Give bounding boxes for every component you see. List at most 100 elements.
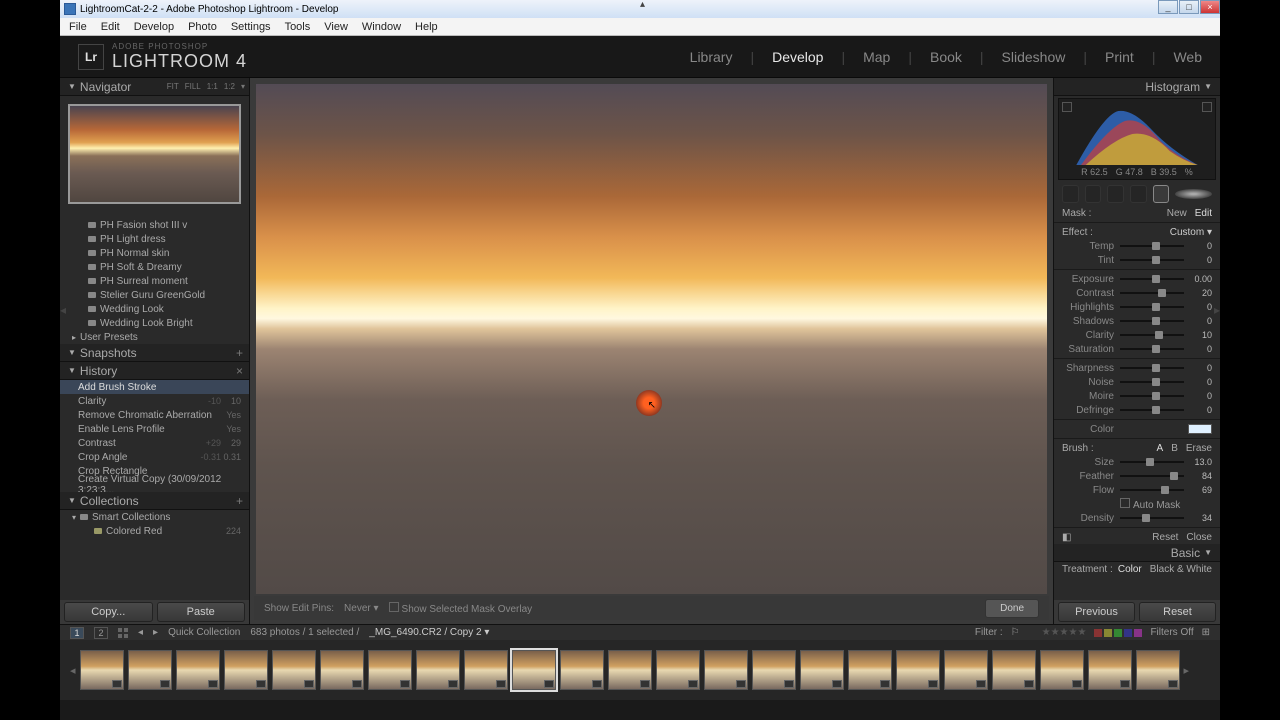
mask-new[interactable]: New xyxy=(1167,208,1187,219)
slider-knob[interactable] xyxy=(1152,275,1160,283)
nav-zoom-dropdown[interactable]: ▾ xyxy=(241,82,245,91)
brush-reset[interactable]: Reset xyxy=(1152,532,1178,543)
module-print[interactable]: Print xyxy=(1105,49,1134,65)
filmstrip-thumb[interactable] xyxy=(320,650,364,690)
grad-filter-tool-icon[interactable] xyxy=(1130,185,1147,203)
slider-knob[interactable] xyxy=(1152,345,1160,353)
filmstrip-thumb[interactable] xyxy=(656,650,700,690)
filters-off-dropdown[interactable]: Filters Off xyxy=(1150,627,1193,638)
navigator-header[interactable]: ▼ Navigator FIT FILL 1:1 1:2 ▾ xyxy=(60,78,249,96)
menu-tools[interactable]: Tools xyxy=(278,19,318,35)
previous-button[interactable]: Previous xyxy=(1058,602,1135,622)
filmstrip-thumb[interactable] xyxy=(416,650,460,690)
snapshots-header[interactable]: ▼ Snapshots + xyxy=(60,344,249,362)
slider-value[interactable]: 13.0 xyxy=(1188,457,1212,467)
user-presets-folder[interactable]: ▸User Presets xyxy=(60,330,249,344)
filmstrip-thumb[interactable] xyxy=(128,650,172,690)
top-collapse-arrow[interactable]: ▴ xyxy=(640,0,645,10)
grid-view-icon[interactable] xyxy=(118,628,128,638)
slider-value[interactable]: 0 xyxy=(1188,241,1212,251)
slider-value[interactable]: 69 xyxy=(1188,485,1212,495)
filmstrip-thumb[interactable] xyxy=(1040,650,1084,690)
slider-value[interactable]: 0 xyxy=(1188,377,1212,387)
slider-value[interactable]: 0 xyxy=(1188,363,1212,373)
nav-1to2[interactable]: 1:2 xyxy=(224,82,235,91)
slider-value[interactable]: 0 xyxy=(1188,405,1212,415)
mask-overlay-checkbox[interactable] xyxy=(389,602,399,612)
slider-value[interactable]: 0 xyxy=(1188,316,1212,326)
module-book[interactable]: Book xyxy=(930,49,962,65)
filmstrip[interactable]: ◂ ▸ xyxy=(60,640,1220,700)
slider-track[interactable] xyxy=(1120,320,1184,322)
effect-dropdown[interactable]: Custom ▾ xyxy=(1170,227,1212,238)
flag-filter-icon[interactable]: ⚐ xyxy=(1011,627,1020,638)
slider-value[interactable]: 0 xyxy=(1188,391,1212,401)
window-close[interactable]: × xyxy=(1200,0,1220,14)
brush-a[interactable]: A xyxy=(1157,443,1164,454)
filmstrip-thumb[interactable] xyxy=(272,650,316,690)
slider-track[interactable] xyxy=(1120,278,1184,280)
add-collection-icon[interactable]: + xyxy=(236,494,243,508)
slider-track[interactable] xyxy=(1120,489,1184,491)
history-item[interactable]: Add Brush Stroke xyxy=(60,380,249,394)
treatment-bw[interactable]: Black & White xyxy=(1150,564,1212,575)
preset-item[interactable]: PH Surreal moment xyxy=(60,274,249,288)
slider-value[interactable]: 20 xyxy=(1188,288,1212,298)
slider-value[interactable]: 0 xyxy=(1188,255,1212,265)
menu-file[interactable]: File xyxy=(62,19,94,35)
preset-item[interactable]: PH Fasion shot III v xyxy=(60,218,249,232)
slider-knob[interactable] xyxy=(1152,317,1160,325)
slider-value[interactable]: 34 xyxy=(1188,513,1212,523)
nav-fill[interactable]: FILL xyxy=(185,82,201,91)
filmstrip-thumb[interactable] xyxy=(896,650,940,690)
slider-knob[interactable] xyxy=(1161,486,1169,494)
color-swatch[interactable] xyxy=(1188,424,1212,434)
slider-value[interactable]: 0 xyxy=(1188,344,1212,354)
filmstrip-thumb[interactable] xyxy=(512,650,556,690)
filmstrip-thumb[interactable] xyxy=(944,650,988,690)
redeye-tool-icon[interactable] xyxy=(1107,185,1124,203)
nav-fit[interactable]: FIT xyxy=(167,82,179,91)
monitor-1[interactable]: 1 xyxy=(70,627,84,639)
slider-value[interactable]: 84 xyxy=(1188,471,1212,481)
automask-checkbox[interactable] xyxy=(1120,498,1130,508)
slider-track[interactable] xyxy=(1120,461,1184,463)
filmstrip-thumb[interactable] xyxy=(176,650,220,690)
filmstrip-thumb[interactable] xyxy=(464,650,508,690)
slider-knob[interactable] xyxy=(1152,256,1160,264)
highlight-clip-icon[interactable] xyxy=(1202,102,1212,112)
slider-knob[interactable] xyxy=(1146,458,1154,466)
filmstrip-thumb[interactable] xyxy=(848,650,892,690)
history-item[interactable]: Crop Angle-0.310.31 xyxy=(60,450,249,464)
paste-button[interactable]: Paste xyxy=(157,602,246,622)
treatment-color[interactable]: Color xyxy=(1118,564,1142,575)
preset-item[interactable]: PH Light dress xyxy=(60,232,249,246)
collection-item[interactable]: Colored Red224 xyxy=(60,524,249,538)
add-snapshot-icon[interactable]: + xyxy=(236,346,243,360)
navigator-preview[interactable] xyxy=(60,96,249,212)
slider-value[interactable]: 0 xyxy=(1188,302,1212,312)
window-maximize[interactable]: □ xyxy=(1179,0,1199,14)
slider-knob[interactable] xyxy=(1158,289,1166,297)
reset-button[interactable]: Reset xyxy=(1139,602,1216,622)
filmstrip-scroll-right-icon[interactable]: ▸ xyxy=(1184,664,1190,677)
brush-tool-icon[interactable] xyxy=(1153,185,1170,203)
filmstrip-thumb[interactable] xyxy=(1088,650,1132,690)
brush-b[interactable]: B xyxy=(1171,443,1178,454)
menu-photo[interactable]: Photo xyxy=(181,19,224,35)
slider-track[interactable] xyxy=(1120,306,1184,308)
clear-history-icon[interactable]: × xyxy=(236,364,243,378)
menu-view[interactable]: View xyxy=(317,19,355,35)
filter-lock-icon[interactable]: ⊞ xyxy=(1202,627,1210,638)
rating-filter[interactable]: ★★★★★ xyxy=(1042,627,1087,638)
slider-value[interactable]: 0.00 xyxy=(1188,274,1212,284)
history-item[interactable]: Contrast+2929 xyxy=(60,436,249,450)
filmstrip-thumb[interactable] xyxy=(752,650,796,690)
preset-item[interactable]: Wedding Look Bright xyxy=(60,316,249,330)
module-slideshow[interactable]: Slideshow xyxy=(1002,49,1066,65)
filmstrip-thumb[interactable] xyxy=(368,650,412,690)
history-item[interactable]: Clarity-1010 xyxy=(60,394,249,408)
menu-edit[interactable]: Edit xyxy=(94,19,127,35)
collections-header[interactable]: ▼ Collections + xyxy=(60,492,249,510)
slider-track[interactable] xyxy=(1120,409,1184,411)
